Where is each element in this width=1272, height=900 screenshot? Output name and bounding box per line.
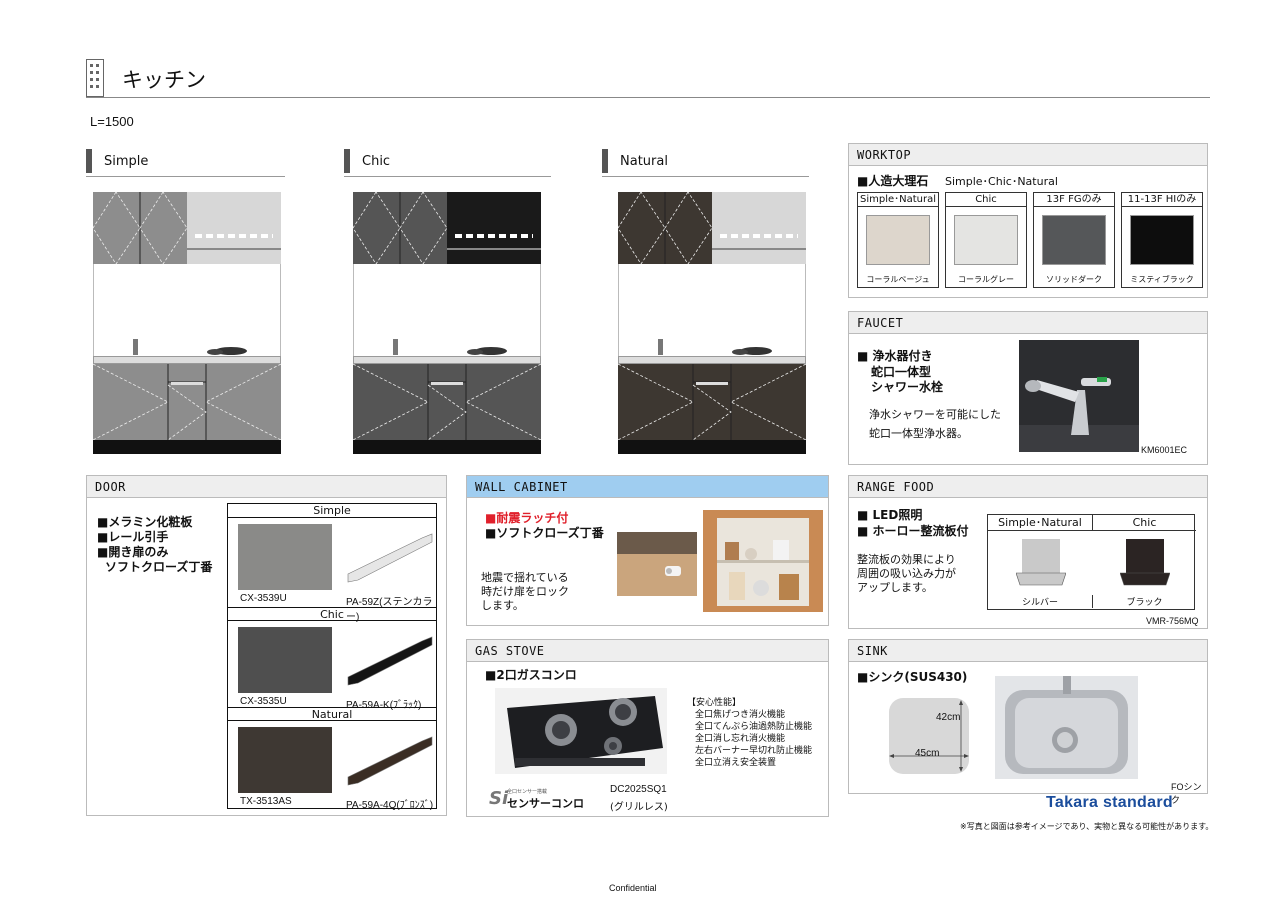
- worktop-section: WORKTOP ■人造大理石 Simple･Chic･Natural Simpl…: [848, 143, 1208, 298]
- door-panel-swatch: [238, 627, 332, 693]
- faucet-header: FAUCET: [849, 312, 1207, 334]
- door-panel-swatch: [238, 524, 332, 590]
- door-handle-code: PA-59A-K(ﾌﾞﾗｯｸ): [346, 700, 422, 711]
- sink-heading: ■シンク(SUS430): [857, 670, 968, 684]
- worktop-swatch: Simple･Natural コーラルベージュ: [857, 192, 939, 288]
- wall-cabinet-line-2: ■ソフトクローズ丁番: [485, 526, 604, 540]
- sink-model: FOシンク: [1171, 782, 1202, 805]
- kitchen-simple: [93, 192, 281, 454]
- gas-stove-photo: [495, 688, 667, 774]
- faucet-photo: [1019, 340, 1139, 452]
- confidential-label: Confidential: [609, 883, 657, 893]
- kitchen-chic: [353, 192, 541, 454]
- door-panel-code: TX-3513AS: [240, 796, 292, 807]
- wall-cabinet-header: WALL CABINET: [467, 476, 828, 498]
- range-hood-desc-3: アップします。: [857, 581, 933, 594]
- worktop-swatch-color: [1042, 215, 1106, 265]
- gas-stove-badge: センサーコンロ: [507, 797, 584, 810]
- gas-stove-safety-item: 全口立消え安全装置: [695, 758, 777, 768]
- brand-logo: Takara standard: [1046, 794, 1173, 811]
- sink-photo: [995, 676, 1138, 779]
- range-hood-option-image: [1016, 539, 1066, 586]
- sensor-logo-icon: Si: [489, 788, 509, 809]
- building-icon: [86, 59, 104, 97]
- worktop-styles: Simple･Chic･Natural: [945, 175, 1058, 188]
- faucet-line-3: シャワー水栓: [871, 380, 944, 394]
- kitchen-natural: [618, 192, 806, 454]
- title-divider: [86, 97, 1210, 98]
- sink-width: 45cm: [915, 748, 940, 759]
- door-handle-code: PA-59A-4Q(ﾌﾞﾛﾝｽﾞ): [346, 800, 434, 811]
- worktop-heading: ■人造大理石: [857, 174, 929, 188]
- worktop-swatch-label: コーラルグレー: [958, 275, 1014, 284]
- wall-cabinet-photo: [703, 510, 823, 612]
- faucet-desc-2: 蛇口一体型浄水器。: [869, 427, 968, 440]
- door-panel-code: CX-3539U: [240, 593, 287, 604]
- gas-stove-header: GAS STOVE: [467, 640, 828, 662]
- column-title-chic: Chic: [344, 147, 551, 177]
- door-handle-image: [347, 533, 433, 583]
- range-hood-line-2: ■ ホーロー整流板付: [857, 524, 969, 538]
- worktop-swatch-color: [954, 215, 1018, 265]
- sink-dimension-diagram: [889, 698, 969, 774]
- faucet-line-1: ■ 浄水器付き: [857, 349, 933, 363]
- gas-stove-model-note: (グリルレス): [610, 802, 668, 813]
- door-options-table: Simple Chic Natural CX-3539U PA-59Z(ステンカ…: [227, 503, 437, 811]
- faucet-model: KM6001EC: [1141, 445, 1188, 455]
- range-hood-option-head: Simple･Natural: [988, 515, 1092, 531]
- kitchen-length: L=1500: [90, 114, 134, 129]
- page-title: キッチン: [122, 68, 206, 92]
- door-panel-swatch: [238, 727, 332, 793]
- wall-cabinet-line-1: ■耐震ラッチ付: [485, 511, 569, 525]
- worktop-swatch-color: [866, 215, 930, 265]
- door-header: DOOR: [87, 476, 446, 498]
- column-title-natural: Natural: [602, 147, 809, 177]
- gas-stove-heading: ■2口ガスコンロ: [485, 668, 577, 682]
- sink-header: SINK: [849, 640, 1207, 662]
- range-hood-header: RANGE FOOD: [849, 476, 1207, 498]
- range-hood-line-1: ■ LED照明: [857, 508, 923, 522]
- door-handle-image: [347, 736, 433, 786]
- gas-stove-model: DC2025SQ1: [610, 784, 667, 795]
- worktop-swatch-label: ミスティブラック: [1130, 275, 1194, 284]
- door-feature-4: ソフトクローズ丁番: [105, 560, 213, 574]
- faucet-section: FAUCET ■ 浄水器付き 蛇口一体型 シャワー水栓 浄水シャワーを可能にした…: [848, 311, 1208, 465]
- wall-cabinet-section: WALL CABINET ■耐震ラッチ付 ■ソフトクローズ丁番 地震で揺れている…: [466, 475, 829, 626]
- door-panel-code: CX-3535U: [240, 696, 287, 707]
- worktop-swatch: Chic コーラルグレー: [945, 192, 1027, 288]
- range-hood-option-label: シルバー: [1021, 598, 1058, 608]
- latch-photo: [617, 532, 697, 596]
- wall-cabinet-desc-3: します。: [481, 599, 524, 612]
- range-hood-option-label: ブラック: [1092, 595, 1196, 608]
- worktop-swatch-head: 13F FGのみ: [1034, 193, 1114, 207]
- door-handle-image: [347, 636, 433, 686]
- worktop-header: WORKTOP: [849, 144, 1207, 166]
- disclaimer-note: ※写真と図面は参考イメージであり、実物と異なる可能性があります。: [960, 822, 1214, 831]
- range-hood-options-table: Simple･Natural シルバー Chic ブラック: [987, 514, 1196, 610]
- gas-stove-badge-small: 全口センサー搭載: [507, 789, 548, 795]
- worktop-swatch-head: Simple･Natural: [858, 194, 938, 207]
- worktop-swatch-color: [1130, 215, 1194, 265]
- door-handle-code: PA-59Z(ステンカラー): [346, 597, 433, 623]
- sink-depth: 42cm: [936, 712, 961, 723]
- gas-stove-section: GAS STOVE ■2口ガスコンロ 【安心性能】 全口焦げつき消火機能 全口てん…: [466, 639, 829, 817]
- range-hood-section: RANGE FOOD ■ LED照明 ■ ホーロー整流板付 整流板の効果により …: [848, 475, 1208, 629]
- worktop-swatch-label: ソリッドダーク: [1046, 275, 1102, 284]
- range-hood-model: VMR-756MQ: [1146, 616, 1199, 626]
- worktop-swatch-head: 11-13F HIのみ: [1122, 193, 1202, 207]
- column-title-simple: Simple: [86, 147, 285, 177]
- worktop-swatch-head: Chic: [946, 193, 1026, 207]
- worktop-swatch: 13F FGのみ ソリッドダーク: [1033, 192, 1115, 288]
- worktop-swatch-label: コーラルベージュ: [866, 275, 930, 284]
- faucet-desc-1: 浄水シャワーを可能にした: [869, 408, 1001, 421]
- range-hood-option-head: Chic: [1092, 515, 1196, 531]
- door-sec-title-simple: Simple: [228, 504, 436, 518]
- sink-section: SINK ■シンク(SUS430) 42cm 45cm FOシンク: [848, 639, 1208, 805]
- worktop-swatch: 11-13F HIのみ ミスティブラック: [1121, 192, 1203, 288]
- range-hood-option-image: [1120, 539, 1170, 586]
